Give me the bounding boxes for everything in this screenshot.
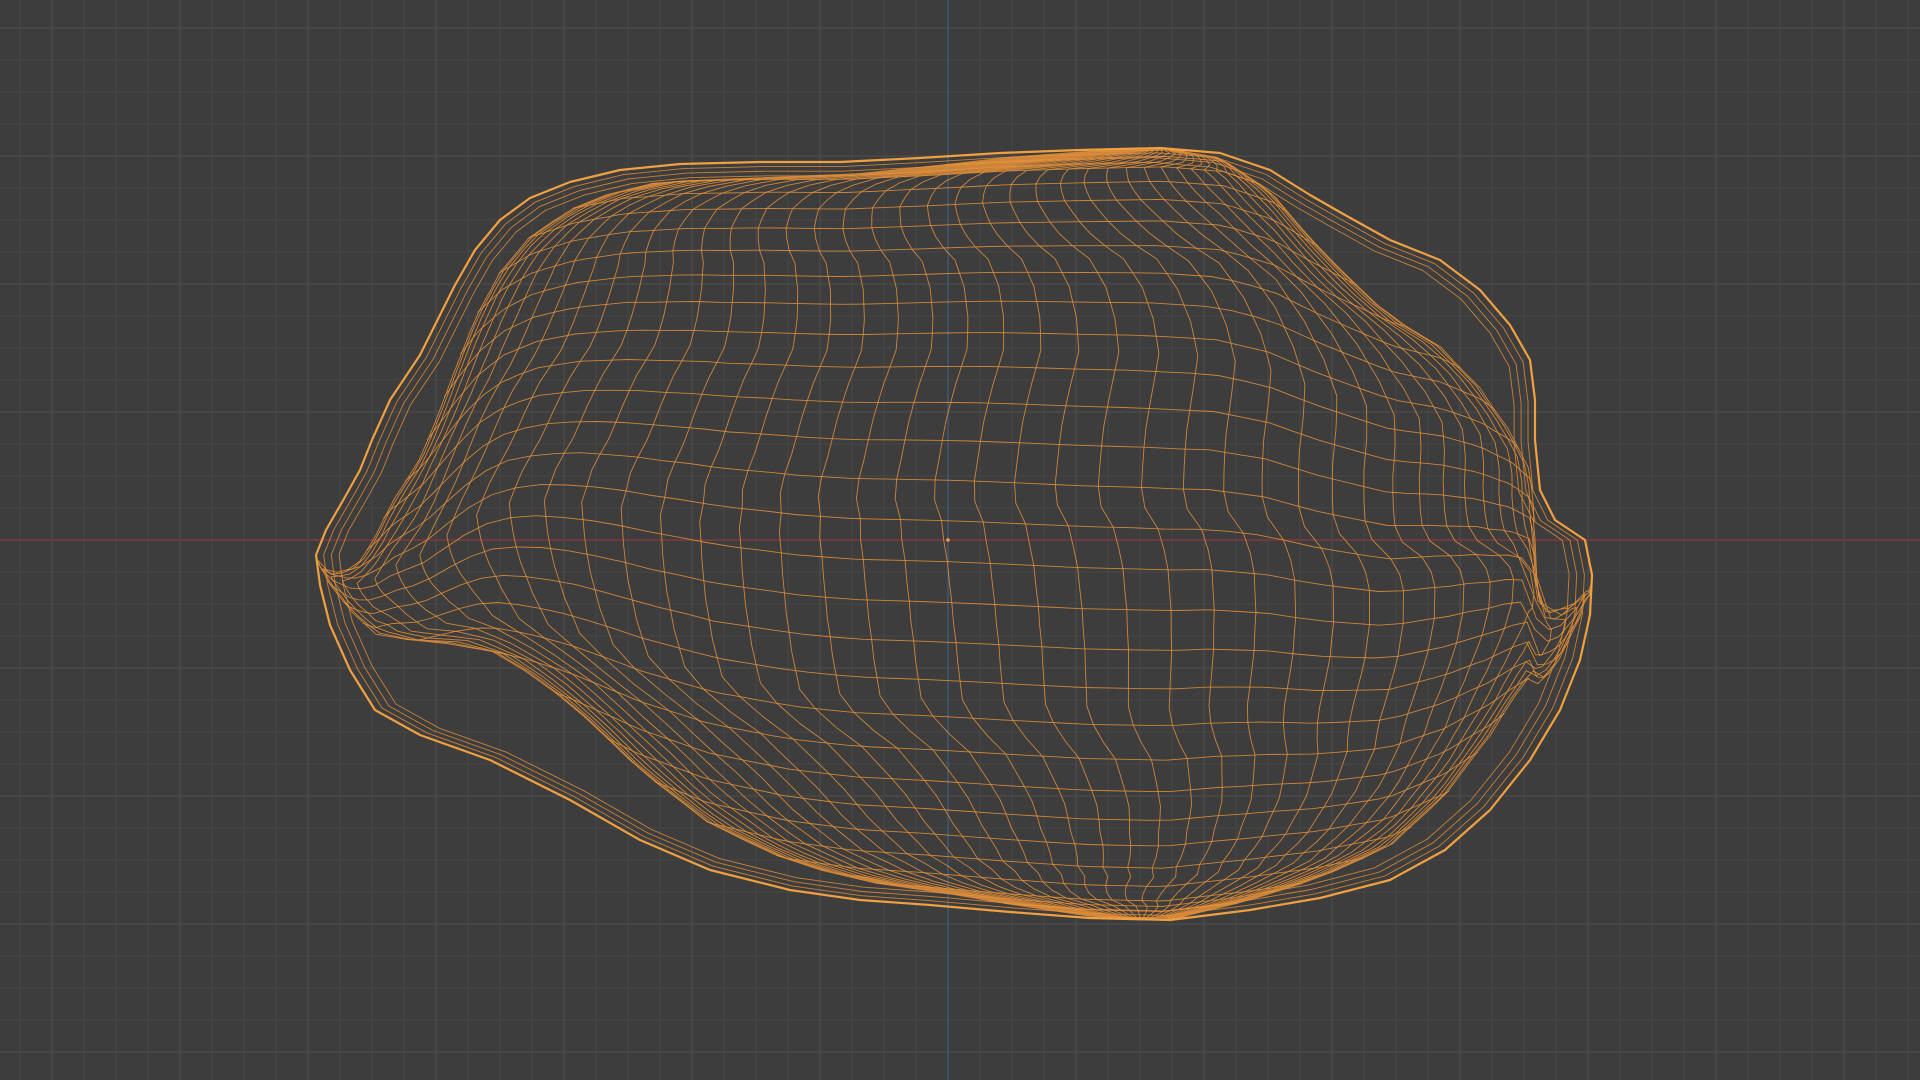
object-origin-point[interactable] <box>946 538 950 542</box>
mesh-rim-loop <box>338 161 1570 907</box>
selected-mesh-wireframe[interactable] <box>314 146 1594 922</box>
mesh-meridian-edges <box>317 147 1591 921</box>
mesh-rim-loop <box>330 157 1578 912</box>
mesh-horizontal-edge-loops <box>318 149 1592 919</box>
viewport-canvas[interactable] <box>0 0 1920 1080</box>
mesh-latitude-edges <box>318 149 1592 919</box>
3d-viewport[interactable] <box>0 0 1920 1080</box>
mesh-rim-loop <box>323 152 1585 916</box>
mesh-vertical-edge-loops <box>317 147 1591 921</box>
